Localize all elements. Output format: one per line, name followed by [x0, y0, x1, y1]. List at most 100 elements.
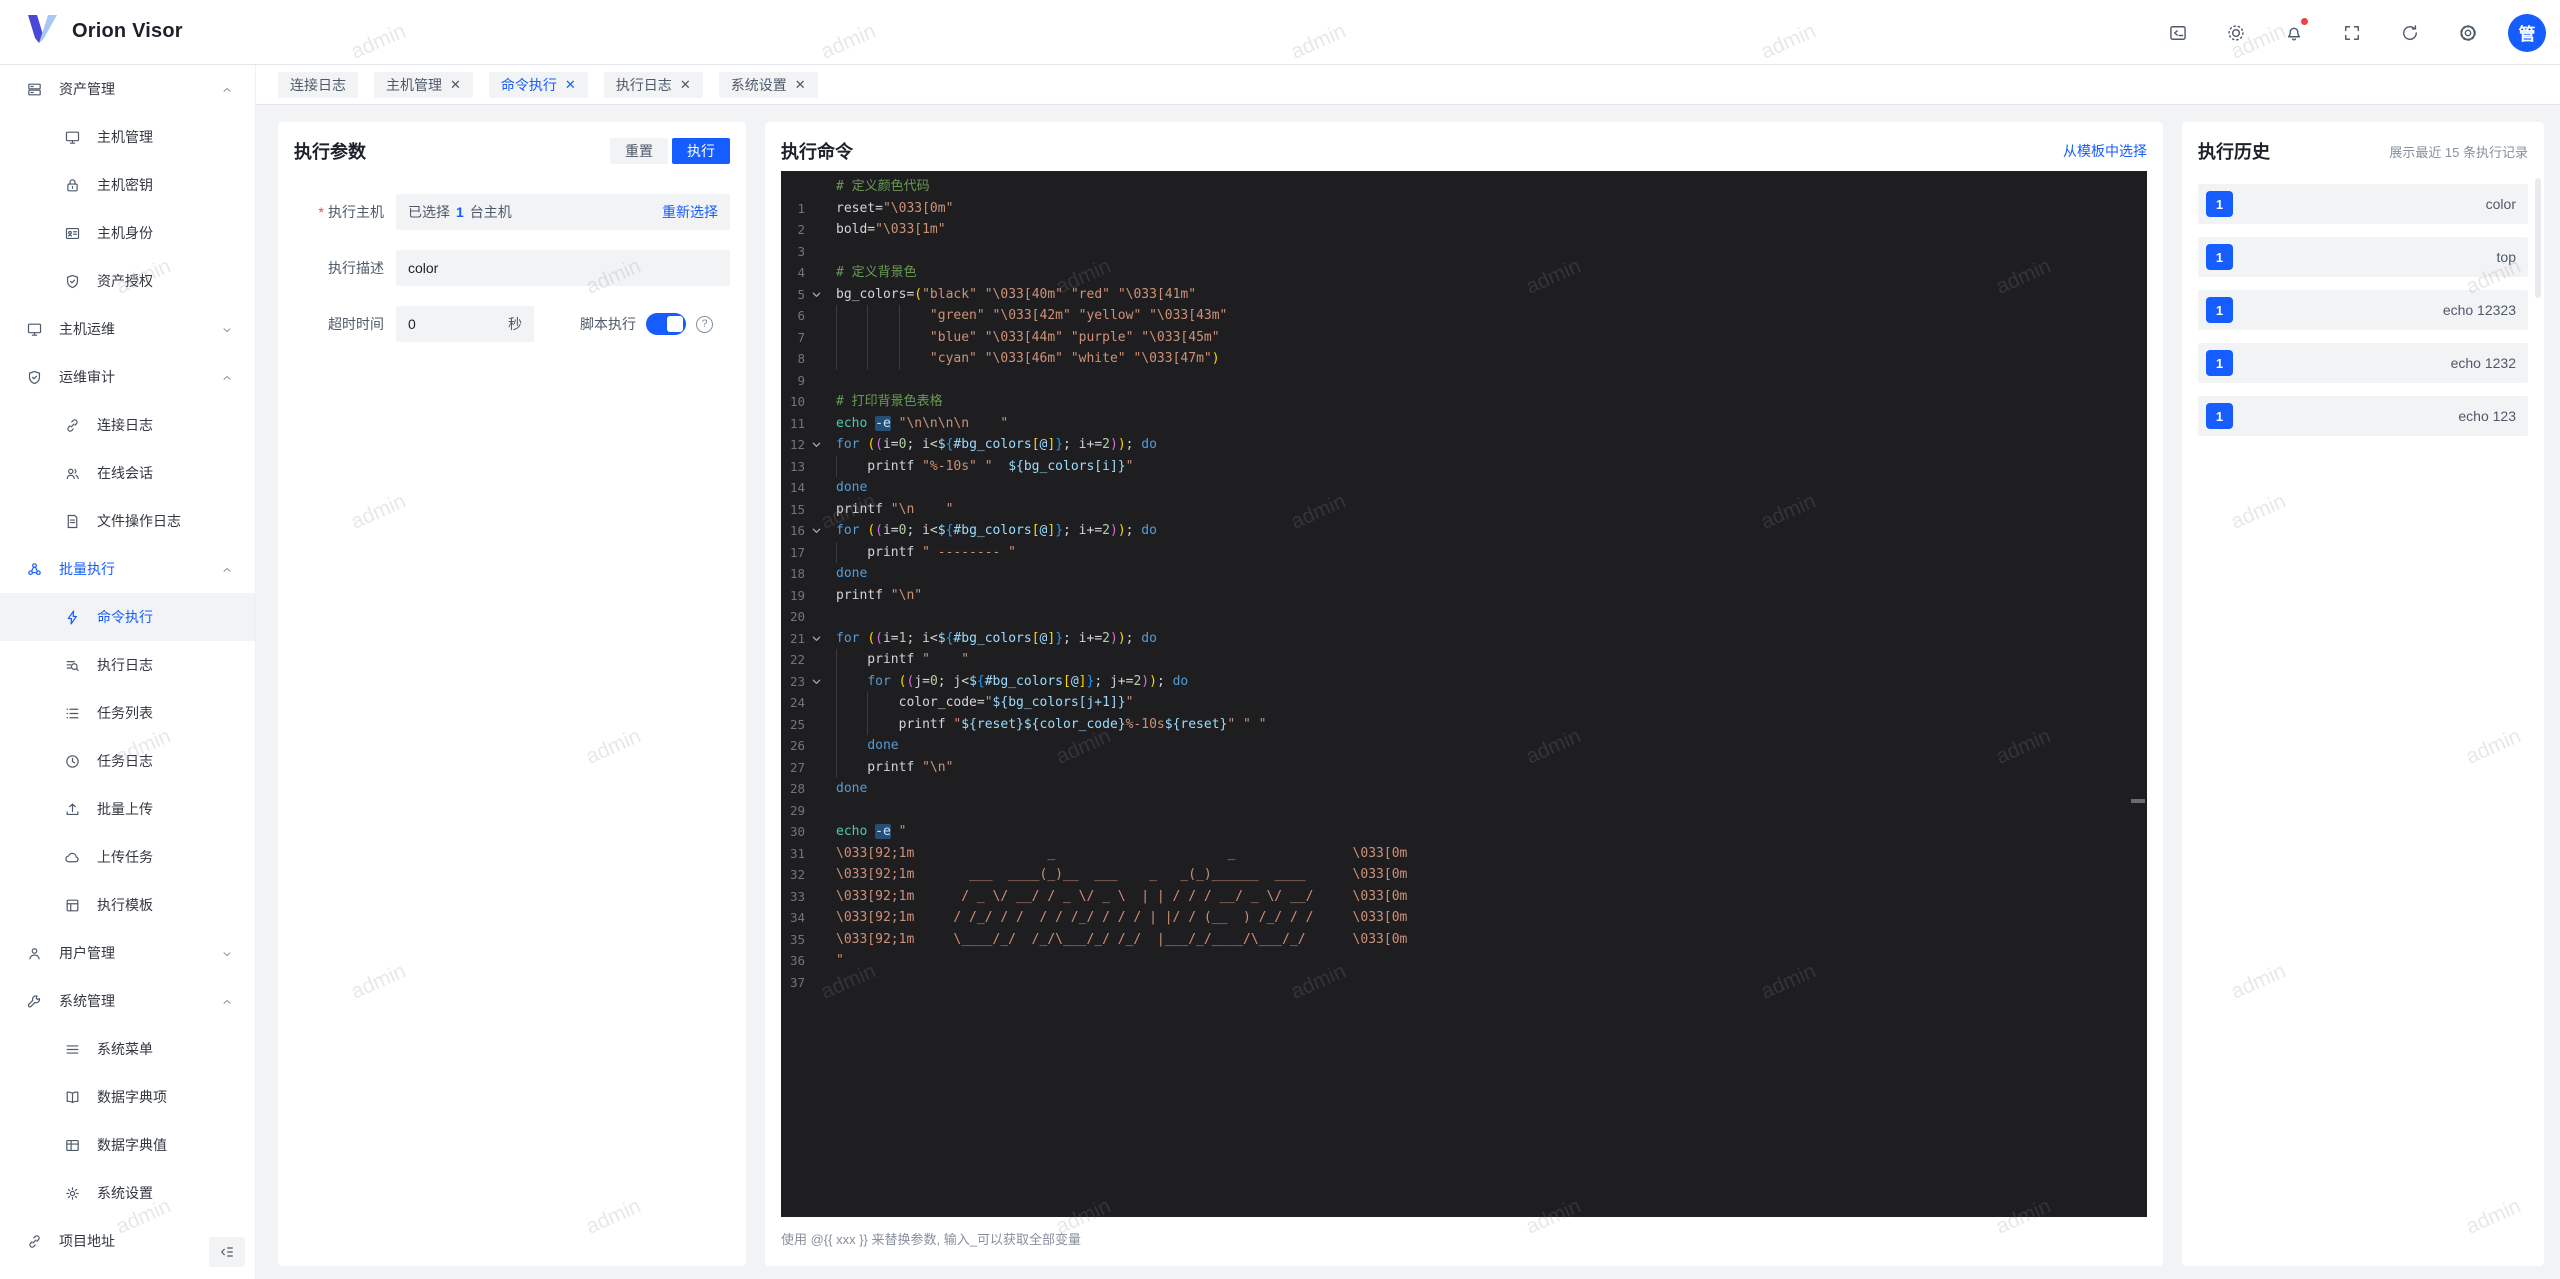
exec-history-subtitle: 展示最近 15 条执行记录 [2389, 144, 2528, 160]
sidebar-item-批量执行[interactable]: 批量执行 [0, 545, 255, 593]
tab-4[interactable]: 系统设置 ✕ [718, 71, 818, 98]
code-line: 30 [781, 800, 2147, 839]
history-item[interactable]: 1 echo 123 [2198, 396, 2528, 436]
code-line: 24 for ((j=0; j<${#bg_colors[@]}; j+=2))… [781, 670, 2147, 710]
sidebar-item-label: 数据字典项 [97, 1089, 167, 1105]
user-avatar[interactable]: 管 [2508, 13, 2546, 52]
book-icon [64, 1089, 81, 1106]
editor-hint: 使用 @{{ xxx }} 来替换参数, 输入_可以获取全部变量 [781, 1232, 1081, 1247]
sidebar-item-label: 批量上传 [97, 801, 153, 817]
chevron-up-icon [221, 563, 233, 575]
select-from-template-link[interactable]: 从模板中选择 [2063, 141, 2147, 161]
sidebar-item-label: 主机身份 [97, 225, 153, 241]
sidebar-collapse-button[interactable] [209, 1237, 245, 1267]
sidebar-item-label: 批量执行 [59, 561, 115, 577]
fold-chevron-icon[interactable] [811, 671, 827, 695]
sidebar-item-系统设置[interactable]: 系统设置 [0, 1169, 255, 1217]
sidebar-item-任务列表[interactable]: 任务列表 [0, 689, 255, 737]
sidebar-item-主机运维[interactable]: 主机运维 [0, 305, 255, 353]
fold-chevron-icon[interactable] [811, 520, 827, 544]
code-line: 17 for ((i=0; i<${#bg_colors[@]}; i+=2))… [781, 520, 2147, 560]
sidebar-item-数据字典项[interactable]: 数据字典项 [0, 1073, 255, 1121]
chevron-up-icon [221, 83, 233, 95]
template-icon [64, 897, 81, 914]
desc-input[interactable]: color [396, 250, 730, 286]
script-exec-toggle[interactable] [646, 313, 686, 335]
sidebar-item-主机管理[interactable]: 主机管理 [0, 113, 255, 161]
tab-1[interactable]: 主机管理 ✕ [374, 71, 473, 98]
sidebar-item-资产管理[interactable]: 资产管理 [0, 65, 255, 113]
tab-close-icon[interactable]: ✕ [450, 78, 461, 91]
fold-chevron-icon[interactable] [811, 434, 827, 458]
fullscreen-button[interactable] [2334, 15, 2370, 51]
sidebar-item-主机身份[interactable]: 主机身份 [0, 209, 255, 257]
fold-chevron-icon[interactable] [811, 284, 827, 308]
code-line: 19 done [781, 563, 2147, 603]
sidebar-item-命令执行[interactable]: 命令执行 [0, 593, 255, 641]
tab-close-icon[interactable]: ✕ [565, 78, 576, 91]
code-line: 4 [781, 241, 2147, 280]
tab-label: 连接日志 [290, 76, 346, 93]
exec-history-title: 执行历史 [2198, 142, 2270, 162]
history-item[interactable]: 1 echo 12323 [2198, 290, 2528, 330]
list-icon [64, 705, 81, 722]
sidebar-item-label: 系统管理 [59, 993, 115, 1009]
sidebar-item-系统菜单[interactable]: 系统菜单 [0, 1025, 255, 1073]
run-button[interactable]: 执行 [672, 138, 730, 164]
reselect-host-link[interactable]: 重新选择 [662, 202, 718, 222]
code-line: 10 [781, 370, 2147, 409]
sidebar-item-连接日志[interactable]: 连接日志 [0, 401, 255, 449]
timeout-field-label: 超时时间 [328, 316, 384, 332]
user-icon [26, 945, 43, 962]
settings-gear-button[interactable] [2450, 15, 2486, 51]
sidebar-item-运维审计[interactable]: 运维审计 [0, 353, 255, 401]
history-item[interactable]: 1 top [2198, 237, 2528, 277]
host-select-box[interactable]: 已选择 1 台主机 重新选择 [396, 194, 730, 230]
sidebar-item-用户管理[interactable]: 用户管理 [0, 929, 255, 977]
app-logo: Orion Visor [26, 14, 183, 49]
sidebar-item-数据字典值[interactable]: 数据字典值 [0, 1121, 255, 1169]
sidebar-item-任务日志[interactable]: 任务日志 [0, 737, 255, 785]
sidebar-item-文件操作日志[interactable]: 文件操作日志 [0, 497, 255, 545]
history-command: echo 1232 [2450, 355, 2516, 371]
timeout-input-value: 0 [408, 316, 416, 332]
sidebar-item-执行模板[interactable]: 执行模板 [0, 881, 255, 929]
sidebar-item-批量上传[interactable]: 批量上传 [0, 785, 255, 833]
sidebar-item-执行日志[interactable]: 执行日志 [0, 641, 255, 689]
tab-close-icon[interactable]: ✕ [680, 78, 691, 91]
code-line: 14 printf "%-10s" " ${bg_colors[i]}" [781, 455, 2147, 495]
tab-2[interactable]: 命令执行 ✕ [488, 71, 588, 98]
code-line: 21 [781, 606, 2147, 646]
code-line: 6 bg_colors=("black" "\033[40m" "red" "\… [781, 284, 2147, 324]
code-editor[interactable]: 1 # 定义颜色代码 2 reset="\033[0m" 3 bold="\03… [781, 171, 2147, 1217]
refresh-button[interactable] [2392, 15, 2428, 51]
history-item[interactable]: 1 color [2198, 184, 2528, 224]
app-title: Orion Visor [72, 20, 183, 42]
exec-history-panel: 执行历史 展示最近 15 条执行记录 1 color 1 top 1 echo … [2182, 122, 2544, 1266]
history-item[interactable]: 1 echo 1232 [2198, 343, 2528, 383]
tab-close-icon[interactable]: ✕ [795, 78, 806, 91]
tab-3[interactable]: 执行日志 ✕ [603, 71, 703, 98]
notifications-bell-button[interactable] [2276, 15, 2312, 51]
code-line: 13 for ((i=0; i<${#bg_colors[@]}; i+=2))… [781, 434, 2147, 474]
terminal-button[interactable] [2160, 15, 2196, 51]
sidebar-item-label: 用户管理 [59, 945, 115, 961]
history-host-count-badge: 1 [2206, 403, 2233, 429]
code-line: 23 printf " " [781, 649, 2147, 689]
menu-icon [64, 1041, 81, 1058]
sidebar-item-label: 主机运维 [59, 321, 115, 337]
help-icon[interactable]: ? [696, 315, 713, 333]
sidebar-item-label: 执行模板 [97, 897, 153, 913]
sidebar-item-系统管理[interactable]: 系统管理 [0, 977, 255, 1025]
sidebar-item-主机密钥[interactable]: 主机密钥 [0, 161, 255, 209]
fold-chevron-icon[interactable] [811, 628, 827, 652]
reset-button[interactable]: 重置 [610, 138, 668, 164]
sidebar-item-在线会话[interactable]: 在线会话 [0, 449, 255, 497]
theme-sun-button[interactable] [2218, 15, 2254, 51]
history-scrollbar[interactable] [2535, 178, 2541, 298]
code-line: 1 # 定义颜色代码 [781, 176, 2147, 216]
sidebar-item-资产授权[interactable]: 资产授权 [0, 257, 255, 305]
tab-0[interactable]: 连接日志 [278, 71, 358, 98]
sidebar-item-上传任务[interactable]: 上传任务 [0, 833, 255, 881]
timeout-input[interactable]: 0 秒 [396, 306, 534, 342]
